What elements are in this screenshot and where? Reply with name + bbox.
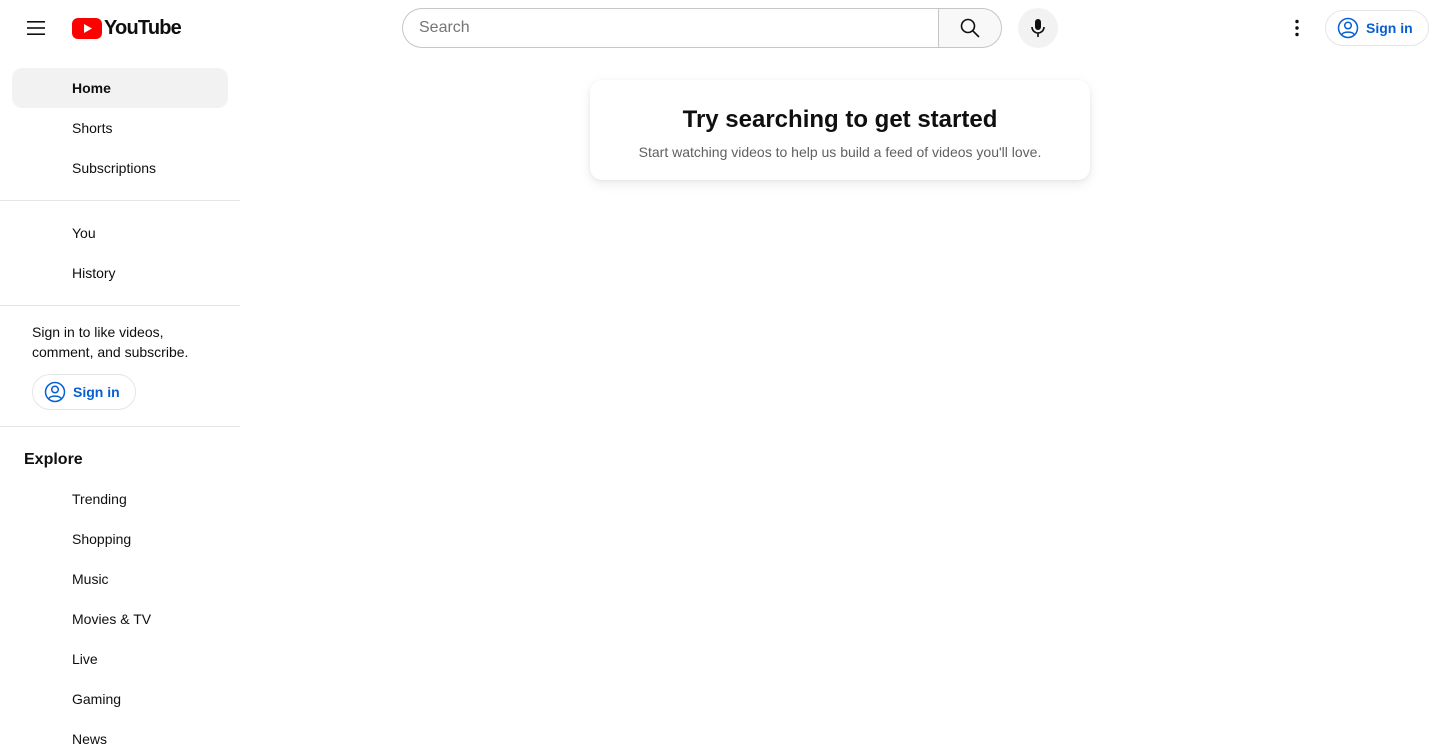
more-vert-icon [1295,19,1299,37]
sidebar-item-label: Music [72,571,109,587]
sidebar-item-label: Live [72,651,98,667]
sidebar-signin-section: Sign in to like videos, comment, and sub… [0,306,240,427]
sidebar-item-label: Home [72,80,111,96]
sidebar-item-label: Trending [72,491,127,507]
sidebar-item-music[interactable]: Music [12,559,228,599]
header-sign-in-button[interactable]: Sign in [1325,10,1429,46]
sidebar-item-movies-tv[interactable]: Movies & TV [12,599,228,639]
search-box [402,8,1002,48]
sidebar-item-label: Shorts [72,120,113,136]
explore-heading: Explore [24,451,83,468]
search-input[interactable] [402,8,939,48]
top-bar: YouTube Sign in [0,0,1440,56]
account-circle-icon [1337,17,1359,39]
guide-menu-button[interactable] [16,8,56,48]
sidebar-sign-in-button[interactable]: Sign in [32,374,136,410]
sidebar-item-label: Subscriptions [72,160,157,176]
empty-feed-card: Try searching to get started Start watch… [590,80,1090,180]
settings-menu-button[interactable] [1277,8,1317,48]
youtube-logo[interactable]: YouTube [72,17,182,39]
sidebar-sign-in-label: Sign in [73,384,120,400]
sidebar-item-label: Movies & TV [72,611,152,627]
microphone-icon [1031,19,1045,37]
sidebar-item-live[interactable]: Live [12,639,228,679]
sidebar-primary-section: Home Shorts Subscriptions [0,56,240,201]
logo-wordmark: YouTube [104,17,182,39]
sidebar-item-label: Gaming [72,691,122,707]
sidebar-item-shopping[interactable]: Shopping [12,519,228,559]
sidebar-item-label: History [72,265,116,281]
hamburger-menu-icon [27,21,45,35]
sidebar-item-label: You [72,225,96,241]
sidebar-item-subscriptions[interactable]: Subscriptions [12,148,228,188]
sidebar-item-news[interactable]: News [12,719,228,756]
sidebar-signin-prompt: Sign in to like videos, comment, and sub… [32,324,189,360]
sidebar-item-you[interactable]: You [12,213,228,253]
sidebar-item-shorts[interactable]: Shorts [12,108,228,148]
search-button[interactable] [938,8,1002,48]
empty-feed-subtitle: Start watching videos to help us build a… [638,144,1042,160]
sidebar-item-history[interactable]: History [12,253,228,293]
sidebar-item-trending[interactable]: Trending [12,479,228,519]
guide-sidebar: Home Shorts Subscriptions You History Si… [0,56,240,756]
empty-feed-title: Try searching to get started [682,106,998,133]
sidebar-item-label: Shopping [72,531,132,547]
search-icon [960,18,980,38]
youtube-logo-icon [72,17,102,39]
sidebar-item-label: News [72,731,108,747]
sidebar-item-gaming[interactable]: Gaming [12,679,228,719]
sidebar-you-section: You History [0,201,240,306]
sidebar-explore-section: Explore Trending Shopping Music Movies &… [0,427,240,756]
sidebar-item-home[interactable]: Home [12,68,228,108]
voice-search-button[interactable] [1018,8,1058,48]
header-sign-in-label: Sign in [1366,20,1413,36]
account-circle-icon [44,381,66,403]
